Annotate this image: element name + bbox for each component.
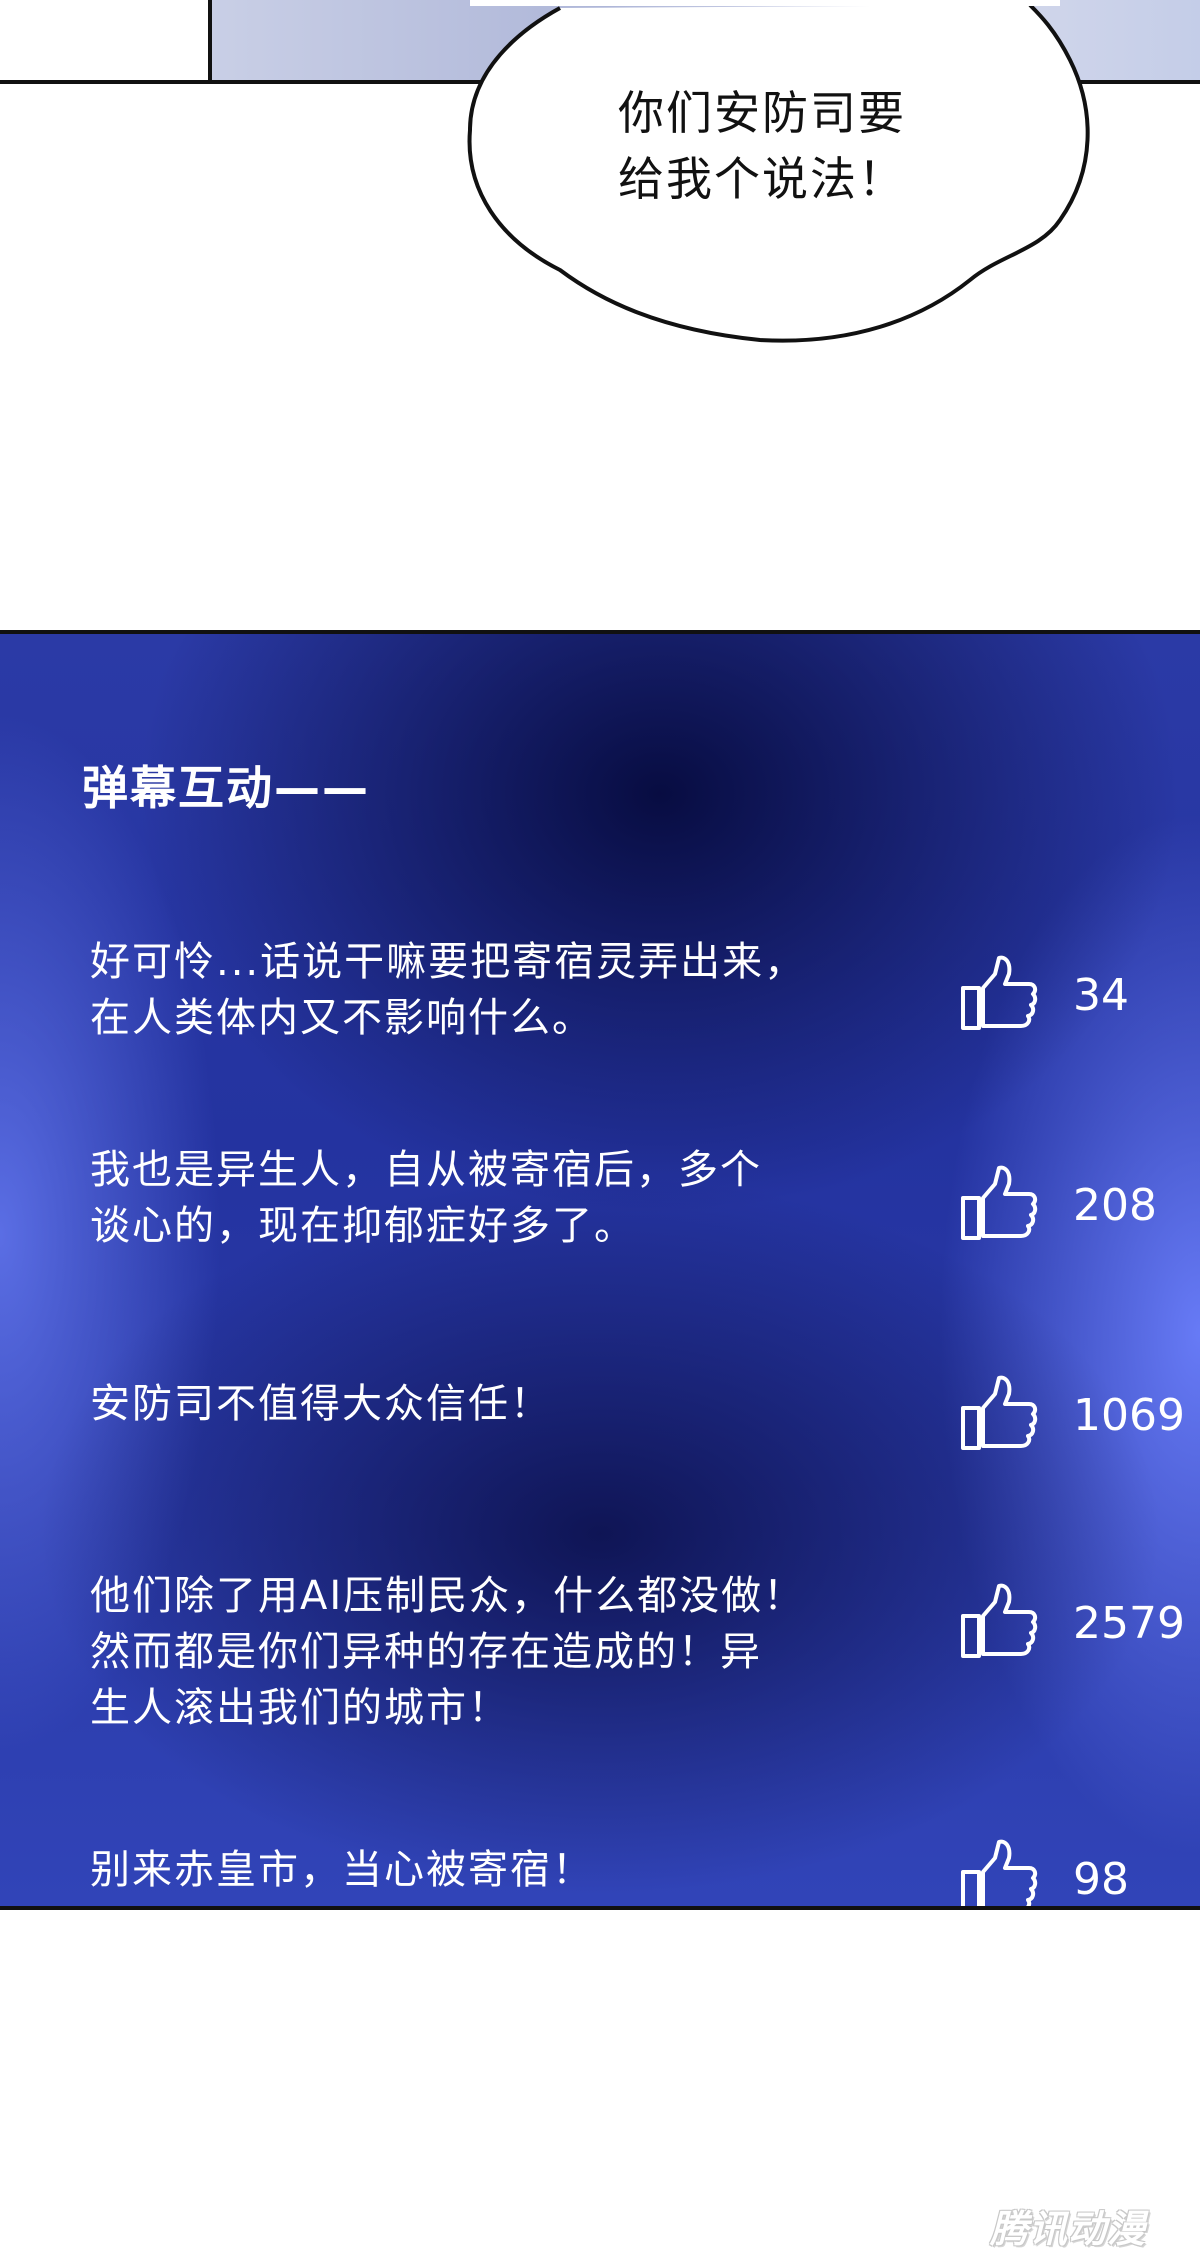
danmaku-comment: 他们除了用AI压制民众，什么都没做！ 然而都是你们异种的存在造成的！异 生人滚出…	[90, 1568, 930, 1736]
like-count: 34	[1073, 970, 1129, 1021]
comment-line: 我也是异生人，自从被寄宿后，多个	[90, 1147, 762, 1193]
like-count: 2579	[1073, 1598, 1185, 1649]
like-counter[interactable]: 208	[955, 1160, 1195, 1250]
like-count: 208	[1073, 1180, 1157, 1231]
comment-line: 生人滚出我们的城市！	[90, 1685, 510, 1731]
danmaku-title: 弹幕互动——	[82, 761, 370, 815]
like-counter[interactable]: 1069	[955, 1370, 1195, 1460]
thumbs-up-icon	[961, 1583, 1038, 1658]
danmaku-comment: 我也是异生人，自从被寄宿后，多个 谈心的，现在抑郁症好多了。	[90, 1142, 930, 1254]
comment-line: 然而都是你们异种的存在造成的！异	[90, 1629, 762, 1675]
comment-line: 别来赤皇市，当心被寄宿！	[90, 1847, 594, 1893]
speech-bubble-text: 你们安防司要 给我个说法！	[618, 80, 958, 212]
thumbs-up-icon	[961, 1375, 1038, 1450]
like-count: 1069	[1073, 1390, 1185, 1441]
comment-line: 他们除了用AI压制民众，什么都没做！	[90, 1573, 806, 1619]
like-count: 98	[1073, 1854, 1129, 1905]
thumbs-up-icon	[961, 955, 1038, 1030]
thumbs-up-icon	[961, 1165, 1038, 1240]
comment-line: 安防司不值得大众信任！	[90, 1381, 552, 1427]
speech-line-2: 给我个说法！	[618, 152, 906, 206]
danmaku-panel: 弹幕互动—— 好可怜...话说干嘛要把寄宿灵弄出来， 在人类体内又不影响什么。 …	[0, 630, 1200, 1910]
thumbs-up-icon	[961, 1839, 1038, 1906]
danmaku-comment: 好可怜...话说干嘛要把寄宿灵弄出来， 在人类体内又不影响什么。	[90, 934, 930, 1046]
speech-bubble	[467, 0, 1090, 343]
speech-line-1: 你们安防司要	[618, 86, 906, 140]
danmaku-comment: 安防司不值得大众信任！	[90, 1376, 930, 1432]
comment-line: 好可怜...话说干嘛要把寄宿灵弄出来，	[90, 939, 807, 985]
like-counter[interactable]: 34	[955, 950, 1195, 1040]
comment-line: 谈心的，现在抑郁症好多了。	[90, 1203, 636, 1249]
comment-line: 在人类体内又不影响什么。	[90, 995, 594, 1041]
watermark-logo: 腾讯动漫	[990, 2207, 1147, 2251]
like-counter[interactable]: 2579	[955, 1578, 1195, 1668]
danmaku-comment: 别来赤皇市，当心被寄宿！	[90, 1842, 930, 1898]
like-counter[interactable]: 98	[955, 1834, 1195, 1906]
